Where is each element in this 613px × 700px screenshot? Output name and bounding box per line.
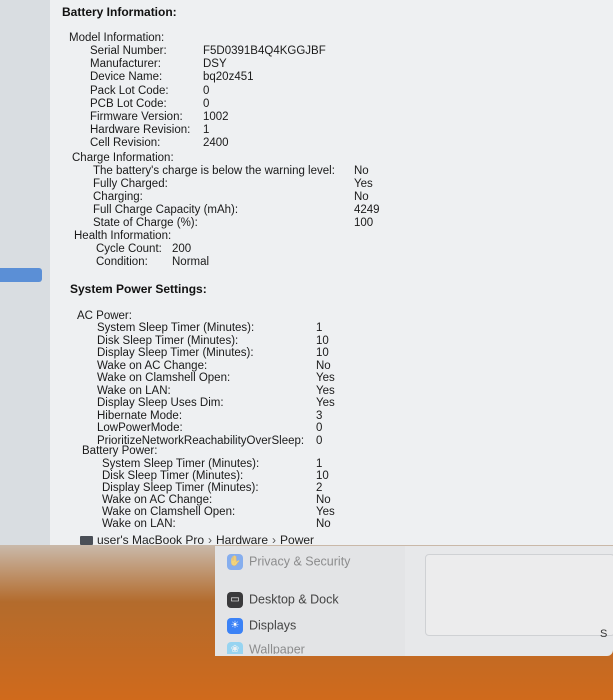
ac-power-row-value: Yes xyxy=(316,397,335,409)
model-row-label: PCB Lot Code: xyxy=(90,98,167,110)
ac-power-row-value: 10 xyxy=(316,347,329,359)
charge-row-label: State of Charge (%): xyxy=(93,217,198,229)
ac-power-row-label: LowPowerMode: xyxy=(97,422,183,434)
wallpaper-icon: ❀ xyxy=(227,642,243,654)
ac-power-row-label: Wake on Clamshell Open: xyxy=(97,372,231,384)
charge-row-value: 100 xyxy=(354,217,374,229)
charge-row-label: Charging: xyxy=(93,191,143,203)
model-row-label: Hardware Revision: xyxy=(90,124,191,136)
model-row-label: Pack Lot Code: xyxy=(90,85,169,97)
model-row-value: 2400 xyxy=(203,137,229,149)
ac-power-row-value: Yes xyxy=(316,372,335,384)
sun-icon: ☀ xyxy=(227,618,243,634)
ac-power-row-label: Display Sleep Timer (Minutes): xyxy=(97,347,254,359)
sidebar-item-desktop-dock[interactable]: ▭ Desktop & Dock xyxy=(227,592,339,608)
sidebar-item-wallpaper[interactable]: ❀ Wallpaper xyxy=(227,642,305,654)
battery-info-title: Battery Information: xyxy=(62,5,177,19)
breadcrumb-power[interactable]: Power xyxy=(280,533,314,547)
sidebar-item-label: Privacy & Security xyxy=(249,554,351,569)
sidebar-strip xyxy=(0,0,50,545)
charge-row-value: 4249 xyxy=(354,204,380,216)
model-row-value: F5D0391B4Q4KGGJBF xyxy=(203,45,326,57)
breadcrumb: user's MacBook Pro › Hardware › Power xyxy=(80,533,314,547)
sidebar-item-label: Displays xyxy=(249,618,297,633)
charge-row-label: Fully Charged: xyxy=(93,178,168,190)
charge-row-value: No xyxy=(354,191,369,203)
health-row-value: Normal xyxy=(172,256,210,268)
power-settings-title: System Power Settings: xyxy=(70,282,207,296)
sidebar-item-label: Desktop & Dock xyxy=(249,592,339,607)
charge-row-label: Full Charge Capacity (mAh): xyxy=(93,204,239,216)
breadcrumb-separator: › xyxy=(272,533,277,547)
edge-glyph: S xyxy=(600,628,608,640)
breadcrumb-hardware[interactable]: Hardware xyxy=(216,533,268,547)
model-row-label: Device Name: xyxy=(90,71,163,83)
battery-power-row-value: No xyxy=(316,518,331,530)
model-row-value: 1002 xyxy=(203,111,229,123)
ac-power-row-label: Display Sleep Uses Dim: xyxy=(97,397,224,409)
charge-info-heading: Charge Information: xyxy=(72,152,174,164)
health-info-heading: Health Information: xyxy=(74,230,172,242)
charge-row-value: No xyxy=(354,165,369,177)
health-row-label: Condition: xyxy=(96,256,148,268)
sidebar-item-label: Wallpaper xyxy=(249,642,305,654)
model-row-label: Firmware Version: xyxy=(90,111,183,123)
system-settings-window: ✋ Privacy & Security ▭ Desktop & Dock ☀ Dis… xyxy=(215,546,613,656)
model-row-value: 0 xyxy=(203,98,210,110)
model-row-value: DSY xyxy=(203,58,227,70)
model-row-label: Cell Revision: xyxy=(90,137,161,149)
settings-content-box xyxy=(425,554,613,636)
hand-icon: ✋ xyxy=(227,554,243,570)
model-row-label: Manufacturer: xyxy=(90,58,161,70)
ac-power-row-value: 0 xyxy=(316,422,323,434)
ac-power-row-value: 1 xyxy=(316,322,323,334)
ac-power-row-value: 0 xyxy=(316,435,323,447)
dock-icon: ▭ xyxy=(227,592,243,608)
model-row-value: bq20z451 xyxy=(203,71,254,83)
battery-power-heading: Battery Power: xyxy=(82,445,158,457)
sidebar-selected-item[interactable] xyxy=(0,268,42,282)
model-row-label: Serial Number: xyxy=(90,45,167,57)
charge-row-label: The battery's charge is below the warnin… xyxy=(93,165,335,177)
charge-row-value: Yes xyxy=(354,178,373,190)
ac-power-row-label: System Sleep Timer (Minutes): xyxy=(97,322,255,334)
battery-power-row-label: Wake on LAN: xyxy=(102,518,176,530)
sidebar-item-privacy[interactable]: ✋ Privacy & Security xyxy=(227,554,350,570)
laptop-icon xyxy=(80,536,93,546)
model-row-value: 0 xyxy=(203,85,210,97)
health-row-value: 200 xyxy=(172,243,192,255)
model-row-value: 1 xyxy=(203,124,210,136)
model-info-heading: Model Information: xyxy=(69,32,165,44)
health-row-label: Cycle Count: xyxy=(96,243,162,255)
breadcrumb-separator: › xyxy=(208,533,212,547)
settings-sidebar: ✋ Privacy & Security ▭ Desktop & Dock ☀ Dis… xyxy=(215,546,405,656)
sidebar-item-displays[interactable]: ☀ Displays xyxy=(227,618,296,634)
breadcrumb-device[interactable]: user's MacBook Pro xyxy=(97,533,204,547)
